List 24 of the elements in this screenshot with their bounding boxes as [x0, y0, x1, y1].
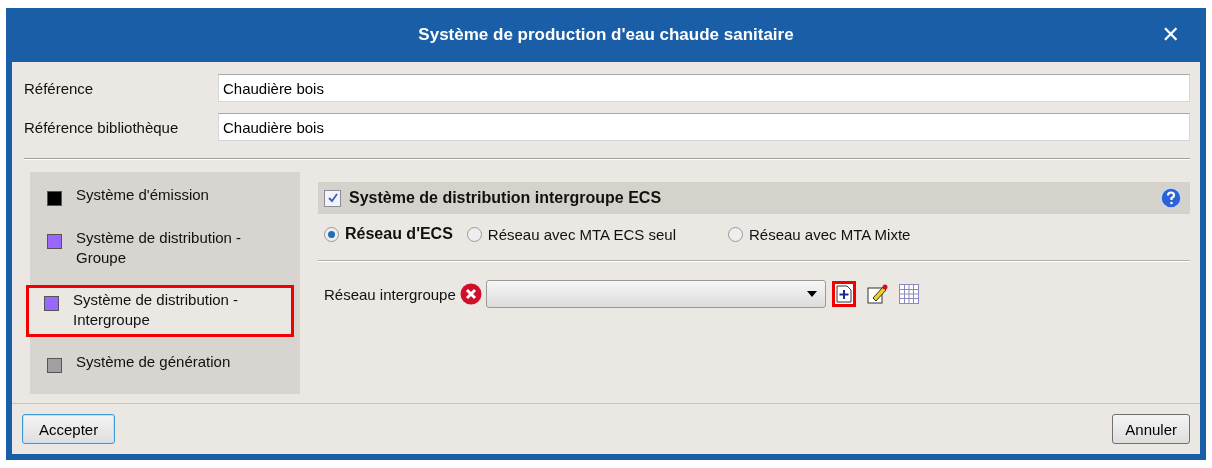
caret-icon	[806, 291, 817, 297]
sidebar-item[interactable]: Système de distribution - Groupe	[30, 223, 294, 275]
pencil-icon[interactable]	[865, 283, 888, 305]
sidebar-item[interactable]: Système d'émission	[30, 180, 294, 213]
cancel-button[interactable]: Annuler	[1112, 414, 1190, 444]
radio-option[interactable]: Réseau avec MTA ECS seul	[466, 225, 676, 243]
checkbox[interactable]	[324, 189, 341, 207]
grid-icon[interactable]	[897, 283, 920, 305]
radio-option[interactable]: Réseau avec MTA Mixte	[728, 225, 911, 243]
input-field[interactable]: Chaudière bois	[218, 74, 1190, 102]
window-title: Système de production d'eau chaude sanitaire	[418, 25, 794, 45]
add-document-icon[interactable]	[831, 281, 856, 307]
sidebar-item[interactable]: Système de distribution - Intergroupe	[26, 285, 294, 337]
close-button[interactable]: ✕	[1155, 20, 1186, 49]
section-title: Système de distribution intergroupe ECS	[349, 189, 663, 207]
input-field[interactable]: Chaudière bois	[218, 113, 1190, 141]
help-icon[interactable]	[1160, 187, 1182, 209]
radio-option[interactable]: Réseau d'ECS	[324, 225, 453, 243]
dropdown[interactable]	[485, 280, 826, 308]
sidebar-item[interactable]: Système de génération	[30, 347, 294, 380]
field-label: Référence bibliothèque	[24, 118, 180, 136]
field-label: Référence	[24, 79, 95, 97]
field-label: Réseau intergroupe	[324, 285, 456, 303]
accept-button[interactable]: Accepter	[22, 414, 116, 444]
